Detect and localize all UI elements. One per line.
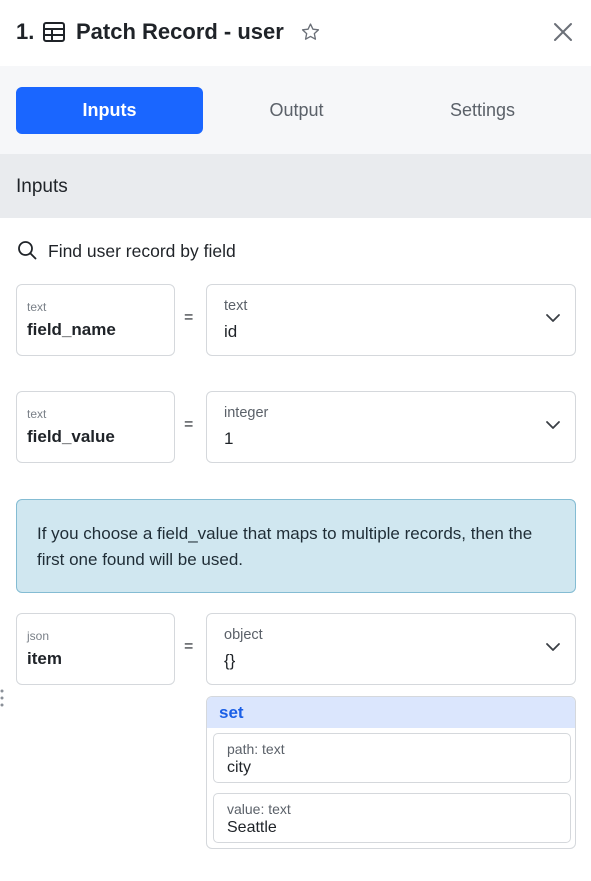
path-type-label: path: text [227, 741, 285, 757]
field-name-box: text field_name [16, 284, 175, 356]
chevron-down-icon [546, 421, 560, 429]
search-icon [18, 241, 37, 260]
step-number: 1. [16, 19, 35, 44]
panel-header: 1. Patch Record - user [0, 0, 591, 66]
value-text: id [224, 322, 238, 341]
field-value-box: text field_value [16, 391, 175, 463]
section-header: Inputs [0, 154, 591, 218]
info-message: If you choose a field_value that maps to… [37, 524, 533, 569]
search-hint: Find user record by field [48, 241, 236, 261]
page-title: Patch Record - user [76, 19, 284, 44]
field-value-label: field_value [27, 427, 115, 446]
value-value: Seattle [227, 819, 277, 836]
tab-output[interactable]: Output [203, 87, 390, 134]
set-panel: set path: text city value: text Seattle [206, 696, 576, 849]
table-icon [43, 22, 65, 42]
info-callout: If you choose a field_value that maps to… [16, 499, 576, 593]
value-text: {} [224, 651, 236, 670]
field-name-type: text [27, 300, 47, 314]
value-type-label: text [224, 298, 248, 314]
item-value-select[interactable]: object {} [206, 613, 576, 685]
value-type-label: integer [224, 405, 269, 421]
set-header: set [207, 697, 575, 728]
star-icon[interactable] [300, 22, 321, 42]
item-type: json [27, 629, 50, 643]
field-name-label: field_name [27, 320, 116, 339]
path-value: city [227, 759, 251, 776]
chevron-down-icon [546, 643, 560, 651]
value-text: 1 [224, 429, 234, 448]
equals-sign: = [184, 309, 194, 326]
value-field[interactable]: value: text Seattle [213, 793, 571, 843]
field-value-type: text [27, 407, 47, 421]
drag-handle-icon[interactable] [0, 689, 4, 707]
equals-sign: = [184, 416, 194, 433]
value-type-label: object [224, 627, 263, 643]
field-value-value-select[interactable]: integer 1 [206, 391, 576, 463]
value-type-label: value: text [227, 801, 291, 817]
equals-sign: = [184, 638, 194, 655]
set-label: set [219, 703, 244, 722]
tab-inputs[interactable]: Inputs [16, 87, 203, 134]
tab-bar: Inputs Output Settings [0, 66, 591, 154]
item-name-box: json item [16, 613, 175, 685]
path-field[interactable]: path: text city [213, 733, 571, 783]
item-label: item [27, 649, 62, 668]
field-name-value-select[interactable]: text id [206, 284, 576, 356]
tab-settings[interactable]: Settings [389, 87, 576, 134]
close-icon[interactable] [552, 21, 574, 43]
chevron-down-icon [546, 314, 560, 322]
section-title: Inputs [16, 176, 68, 197]
